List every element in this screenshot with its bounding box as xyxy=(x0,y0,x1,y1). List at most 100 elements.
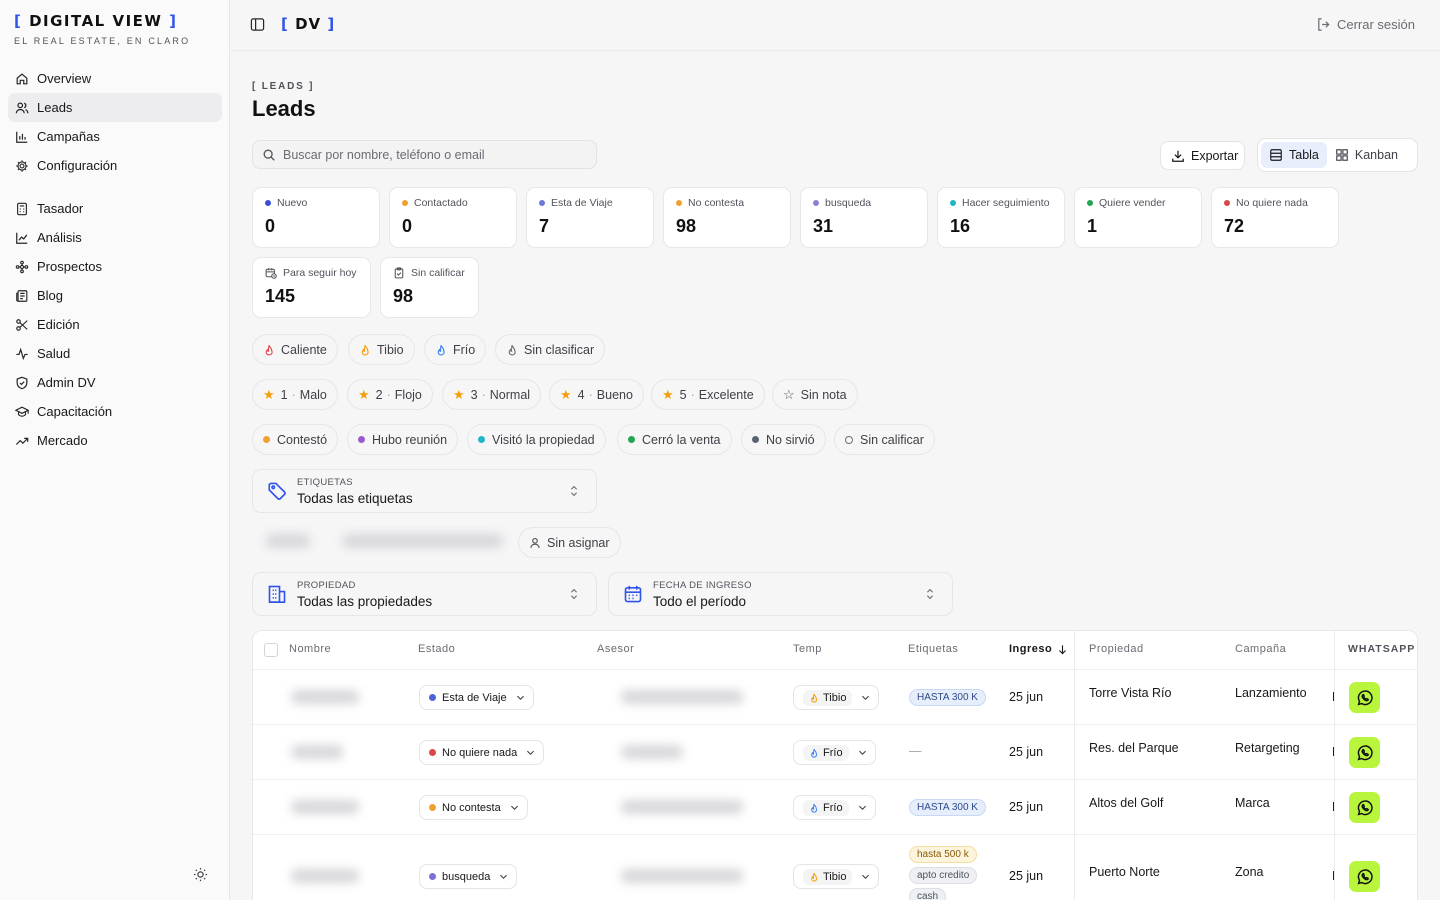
sidebar-item-prospectos[interactable]: Prospectos xyxy=(8,252,222,281)
tag-badge[interactable]: cash xyxy=(909,888,947,900)
date-cell: 25 jun xyxy=(1009,800,1044,814)
blurred-agent[interactable] xyxy=(621,745,683,759)
status-select[interactable]: No quiere nada xyxy=(419,740,545,765)
stat-card-sin-calificar[interactable]: Sin calificar 98 xyxy=(380,257,479,318)
blurred-agent-filter[interactable] xyxy=(343,534,503,548)
sidebar-item-leads[interactable]: Leads xyxy=(8,93,222,122)
stat-card-contactado[interactable]: Contactado 0 xyxy=(389,187,517,248)
blurred-lead-name[interactable] xyxy=(291,800,359,814)
filter-chip-rating-2[interactable]: ★ 2 · Flojo xyxy=(347,379,433,410)
whatsapp-button[interactable] xyxy=(1349,861,1380,892)
property-select[interactable]: PROPIEDAD Todas las propiedades xyxy=(252,572,597,616)
blurred-lead-name[interactable] xyxy=(291,869,359,883)
view-table-button[interactable]: Tabla xyxy=(1261,142,1327,168)
filter-chip-hubo-reunion[interactable]: Hubo reunión xyxy=(347,424,459,455)
column-header-campana[interactable]: Campaña xyxy=(1235,643,1286,655)
sidebar-item-salud[interactable]: Salud xyxy=(8,339,222,368)
filter-chip-rating-5[interactable]: ★ 5 · Excelente xyxy=(651,379,765,410)
whatsapp-button[interactable] xyxy=(1349,792,1380,823)
tag-badge[interactable]: hasta 500 k xyxy=(909,846,977,863)
filter-chip-rating-1[interactable]: ★ 1 · Malo xyxy=(252,379,338,410)
temp-select[interactable]: Tibio xyxy=(793,864,880,889)
temp-select[interactable]: Tibio xyxy=(793,685,880,710)
sidebar-item-campanas[interactable]: Campañas xyxy=(8,122,222,151)
sidebar-item-blog[interactable]: Blog xyxy=(8,281,222,310)
blurred-lead-name[interactable] xyxy=(291,690,359,704)
filter-chip-no-sirvio[interactable]: No sirvió xyxy=(741,424,826,455)
view-kanban-button[interactable]: Kanban xyxy=(1327,142,1406,168)
stat-card-busqueda[interactable]: busqueda 31 xyxy=(800,187,928,248)
sidebar-item-mercado[interactable]: Mercado xyxy=(8,426,222,455)
stat-card-esta-de-viaje[interactable]: Esta de Viaje 7 xyxy=(526,187,654,248)
filter-chip-sin-clasificar[interactable]: Sin clasificar xyxy=(495,334,606,365)
column-header-ingreso[interactable]: Ingreso xyxy=(1009,643,1068,655)
column-header-propiedad[interactable]: Propiedad xyxy=(1089,643,1144,655)
column-header-nombre[interactable]: Nombre xyxy=(289,643,331,655)
search-input[interactable] xyxy=(283,147,583,162)
temp-select[interactable]: Frío xyxy=(793,795,876,820)
sidebar-item-configuracion[interactable]: Configuración xyxy=(8,151,222,180)
tag-badge[interactable]: HASTA 300 K xyxy=(909,799,986,816)
column-header-etiquetas[interactable]: Etiquetas xyxy=(908,643,958,655)
stat-card-no-quiere-nada[interactable]: No quiere nada 72 xyxy=(1211,187,1339,248)
status-dot xyxy=(813,200,819,206)
whatsapp-button[interactable] xyxy=(1349,682,1380,713)
filter-chip-sin-nota[interactable]: ☆ Sin nota xyxy=(772,379,858,410)
blurred-agent[interactable] xyxy=(621,869,743,883)
sidebar-nav-secondary: Tasador Análisis Prospectos Blog Edición… xyxy=(8,194,222,455)
status-dot xyxy=(429,749,436,756)
status-select[interactable]: No contesta xyxy=(419,795,528,820)
filter-chip-contesto[interactable]: Contestó xyxy=(252,424,339,455)
sidebar-item-label: Edición xyxy=(37,317,80,332)
sidebar-item-edicion[interactable]: Edición xyxy=(8,310,222,339)
filter-chip-rating-3[interactable]: ★ 3 · Normal xyxy=(442,379,542,410)
blurred-agent-filter[interactable] xyxy=(266,534,310,548)
sidebar-item-overview[interactable]: Overview xyxy=(8,64,222,93)
status-select[interactable]: Esta de Viaje xyxy=(419,685,534,710)
filter-chip-label: Tibio xyxy=(377,342,404,357)
temp-select[interactable]: Frío xyxy=(793,740,876,765)
date-cell: 25 jun xyxy=(1009,745,1044,759)
tags-select[interactable]: ETIQUETAS Todas las etiquetas xyxy=(252,469,597,513)
date-select[interactable]: FECHA DE INGRESO Todo el período xyxy=(608,572,953,616)
sun-icon[interactable] xyxy=(193,867,208,882)
stat-card-nuevo[interactable]: Nuevo 0 xyxy=(252,187,380,248)
newspaper-icon xyxy=(16,289,28,302)
page-title: Leads xyxy=(252,96,316,121)
column-header-estado[interactable]: Estado xyxy=(418,643,455,655)
sidebar-item-admin-dv[interactable]: Admin DV xyxy=(8,368,222,397)
tag-badge[interactable]: HASTA 300 K xyxy=(909,689,986,706)
stat-card-para-seguir-hoy[interactable]: Para seguir hoy 145 xyxy=(252,257,371,318)
filter-chip-tibio[interactable]: Tibio xyxy=(348,334,415,365)
stat-card-hacer-seguimiento[interactable]: Hacer seguimiento 16 xyxy=(937,187,1065,248)
filter-chip-sin-asignar[interactable]: Sin asignar xyxy=(518,527,621,558)
sidebar-toggle-icon[interactable] xyxy=(250,17,265,32)
column-header-asesor[interactable]: Asesor xyxy=(597,643,634,655)
sidebar-item-analisis[interactable]: Análisis xyxy=(8,223,222,252)
blurred-lead-name[interactable] xyxy=(291,745,343,759)
filter-chip-sin-calificar[interactable]: Sin calificar xyxy=(834,424,935,455)
status-label: busqueda xyxy=(442,870,491,883)
filter-chip-frio[interactable]: Frío xyxy=(424,334,487,365)
export-button[interactable]: Exportar xyxy=(1160,141,1245,170)
sidebar-item-capacitacion[interactable]: Capacitación xyxy=(8,397,222,426)
blurred-agent[interactable] xyxy=(621,690,743,704)
sidebar-item-tasador[interactable]: Tasador xyxy=(8,194,222,223)
stat-card-no-contesta[interactable]: No contesta 98 xyxy=(663,187,791,248)
whatsapp-button[interactable] xyxy=(1349,737,1380,768)
header-logo[interactable]: [ DV ] xyxy=(281,15,335,33)
logout-button[interactable]: Cerrar sesión xyxy=(1316,17,1415,32)
tag-badge[interactable]: apto credito xyxy=(909,867,978,884)
status-select[interactable]: busqueda xyxy=(419,864,518,889)
column-header-temp[interactable]: Temp xyxy=(793,643,822,655)
brand-logo[interactable]: [ DIGITAL VIEW ] EL REAL ESTATE, EN CLAR… xyxy=(14,12,190,46)
filter-chip-visito-propiedad[interactable]: Visitó la propiedad xyxy=(467,424,606,455)
filter-chip-caliente[interactable]: Caliente xyxy=(252,334,338,365)
temp-label: Tibio xyxy=(823,691,847,704)
filter-chip-rating-4[interactable]: ★ 4 · Bueno xyxy=(549,379,644,410)
blurred-agent[interactable] xyxy=(621,800,743,814)
filter-chip-cerro-venta[interactable]: Cerró la venta xyxy=(617,424,732,455)
select-all-checkbox[interactable] xyxy=(264,643,278,657)
chevron-down-icon xyxy=(858,805,866,810)
stat-card-quiere-vender[interactable]: Quiere vender 1 xyxy=(1074,187,1202,248)
